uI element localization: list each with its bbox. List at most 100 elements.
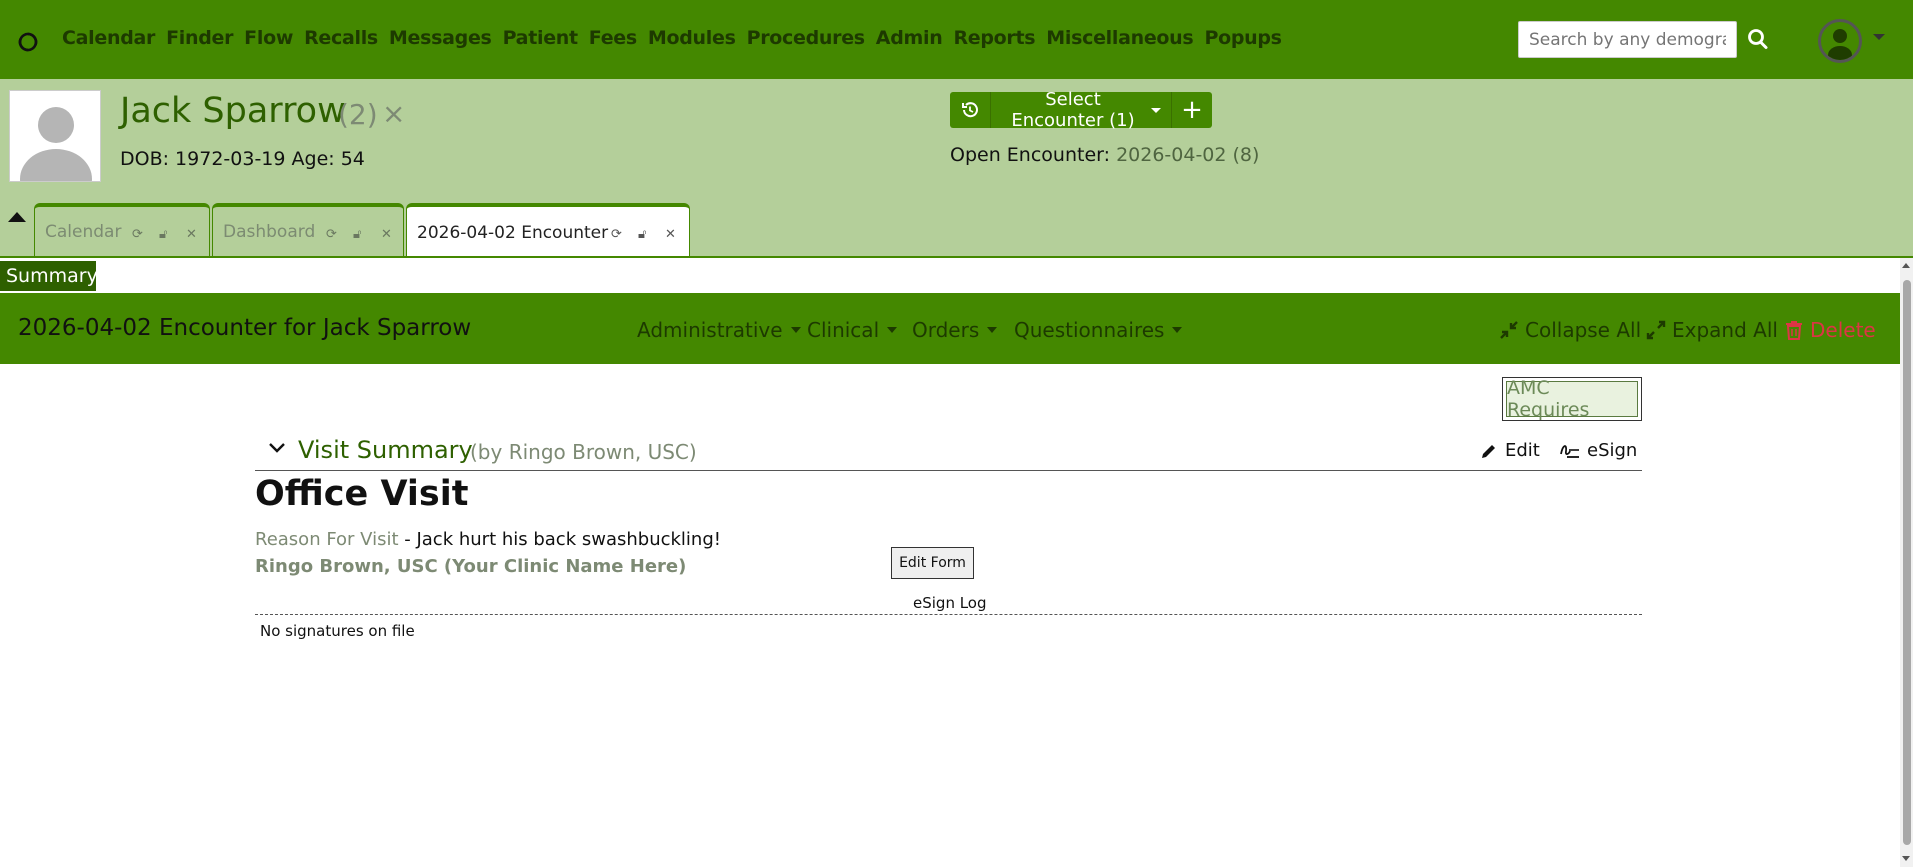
pencil-icon — [1482, 444, 1495, 458]
collapse-all-button[interactable]: Collapse All — [1499, 318, 1641, 342]
chevron-down-icon — [1151, 107, 1161, 113]
refresh-icon[interactable]: ⟳ — [326, 227, 337, 242]
chevron-down-icon — [987, 327, 998, 333]
open-encounter-label: Open Encounter: — [950, 144, 1111, 166]
patient-id: (2) — [338, 98, 378, 131]
menu-patient[interactable]: Patient — [503, 27, 579, 49]
menu-label: Questionnaires — [1014, 318, 1165, 342]
patient-search-input[interactable] — [1518, 21, 1737, 58]
user-menu-caret-icon[interactable] — [1873, 34, 1885, 40]
lock-icon[interactable]: 🔓︎ — [638, 227, 646, 242]
select-encounter-dropdown[interactable]: Select Encounter (1) — [991, 89, 1171, 131]
visit-summary-title[interactable]: Visit Summary — [298, 436, 473, 464]
patient-name[interactable]: Jack Sparrow — [120, 91, 346, 131]
menu-reports[interactable]: Reports — [953, 27, 1035, 49]
menu-recalls[interactable]: Recalls — [304, 27, 378, 49]
refresh-icon[interactable]: ⟳ — [611, 227, 622, 242]
close-icon[interactable]: ✕ — [381, 227, 392, 242]
menu-administrative[interactable]: Administrative — [637, 318, 801, 342]
encounter-history-button[interactable] — [950, 92, 991, 128]
menu-questionnaires[interactable]: Questionnaires — [1014, 318, 1183, 342]
menu-label: Clinical — [807, 318, 880, 342]
openemr-logo-icon[interactable] — [17, 31, 39, 53]
menu-label: Administrative — [637, 318, 783, 342]
chevron-down-icon — [790, 327, 801, 333]
expand-all-label: Expand All — [1672, 318, 1778, 342]
menu-finder[interactable]: Finder — [166, 27, 233, 49]
menu-label: Orders — [912, 318, 980, 342]
patient-placeholder-icon — [20, 107, 92, 181]
esign-button[interactable]: eSign — [1559, 440, 1637, 461]
close-icon[interactable]: ✕ — [665, 227, 676, 242]
menu-modules[interactable]: Modules — [648, 27, 736, 49]
esign-label: eSign — [1587, 440, 1638, 461]
menu-flow[interactable]: Flow — [244, 27, 293, 49]
patient-dob-age: DOB: 1972-03-19 Age: 54 — [120, 148, 365, 170]
menu-orders[interactable]: Orders — [912, 318, 998, 342]
dashed-divider — [255, 614, 1642, 615]
tab-label: Calendar — [45, 222, 122, 242]
encounter-button-group: Select Encounter (1) + — [950, 89, 1212, 131]
summary-tab[interactable]: Summary — [0, 261, 98, 291]
refresh-icon[interactable]: ⟳ — [132, 227, 143, 242]
section-divider — [255, 470, 1642, 471]
select-encounter-label: Select Encounter (1) — [1011, 89, 1135, 131]
tab-calendar[interactable]: Calendar ⟳ 🔓︎ ✕ — [34, 203, 210, 257]
menu-procedures[interactable]: Procedures — [747, 27, 866, 49]
scroll-up-arrow-icon[interactable] — [1902, 263, 1910, 268]
lock-icon[interactable]: 🔓︎ — [353, 227, 361, 242]
no-signatures-text: No signatures on file — [260, 622, 415, 640]
expand-all-button[interactable]: Expand All — [1646, 318, 1778, 342]
user-avatar-icon[interactable] — [1818, 19, 1862, 63]
tab-encounter[interactable]: 2026-04-02 Encounter ⟳ 🔓︎ ✕ — [406, 203, 690, 258]
history-icon — [962, 102, 978, 118]
scrollbar-thumb[interactable] — [1903, 280, 1911, 845]
tab-label: 2026-04-02 Encounter — [417, 222, 609, 243]
encounter-title: 2026-04-02 Encounter for Jack Sparrow — [18, 315, 472, 341]
collapse-header-icon[interactable] — [8, 212, 26, 222]
open-encounter-info: Open Encounter: 2026-04-02 (8) — [950, 144, 1259, 166]
close-icon[interactable]: ✕ — [186, 227, 197, 242]
amc-requires-button[interactable]: AMC Requires — [1506, 377, 1638, 421]
chevron-down-icon[interactable] — [268, 441, 286, 455]
menu-admin[interactable]: Admin — [876, 27, 943, 49]
menu-clinical[interactable]: Clinical — [807, 318, 898, 342]
tab-label: Dashboard — [223, 222, 316, 242]
open-encounter-link[interactable]: 2026-04-02 (8) — [1116, 144, 1259, 166]
reason-text: - Jack hurt his back swashbuckling! — [398, 529, 721, 550]
tab-dashboard[interactable]: Dashboard ⟳ 🔓︎ ✕ — [212, 203, 404, 257]
scroll-down-arrow-icon[interactable] — [1902, 856, 1910, 861]
chevron-down-icon — [1172, 327, 1183, 333]
chevron-down-icon — [887, 327, 898, 333]
provider-name: Ringo Brown, USC (Your Clinic Name Here) — [255, 556, 687, 577]
close-patient-icon[interactable]: × — [382, 97, 405, 130]
visit-summary-author: (by Ringo Brown, USC) — [470, 440, 697, 464]
form-title: Office Visit — [255, 474, 469, 514]
reason-for-visit: Reason For Visit - Jack hurt his back sw… — [255, 529, 721, 550]
edit-visit-button[interactable]: Edit — [1480, 440, 1540, 461]
reason-label: Reason For Visit — [255, 529, 399, 550]
menu-calendar[interactable]: Calendar — [62, 27, 155, 49]
edit-form-button[interactable]: Edit Form — [891, 547, 974, 579]
menu-messages[interactable]: Messages — [389, 27, 492, 49]
menu-popups[interactable]: Popups — [1204, 27, 1282, 49]
amc-requires-box: AMC Requires — [1502, 377, 1642, 421]
signature-icon — [1560, 444, 1579, 458]
delete-label: Delete — [1810, 318, 1876, 342]
patient-photo — [9, 90, 101, 182]
expand-icon — [1646, 320, 1666, 340]
tab-divider — [0, 256, 1913, 258]
edit-label: Edit — [1505, 440, 1540, 461]
collapse-all-label: Collapse All — [1525, 318, 1642, 342]
menu-fees[interactable]: Fees — [589, 27, 637, 49]
lock-icon[interactable]: 🔓︎ — [159, 227, 167, 242]
main-menu: Calendar Finder Flow Recalls Messages Pa… — [62, 27, 1293, 49]
top-navbar: Calendar Finder Flow Recalls Messages Pa… — [0, 0, 1913, 79]
add-encounter-button[interactable]: + — [1171, 92, 1212, 128]
esign-log-label: eSign Log — [913, 594, 987, 612]
trash-icon — [1786, 321, 1802, 340]
compress-icon — [1500, 321, 1518, 339]
menu-miscellaneous[interactable]: Miscellaneous — [1046, 27, 1193, 49]
delete-encounter-button[interactable]: Delete — [1785, 318, 1876, 342]
search-icon[interactable] — [1745, 25, 1771, 53]
